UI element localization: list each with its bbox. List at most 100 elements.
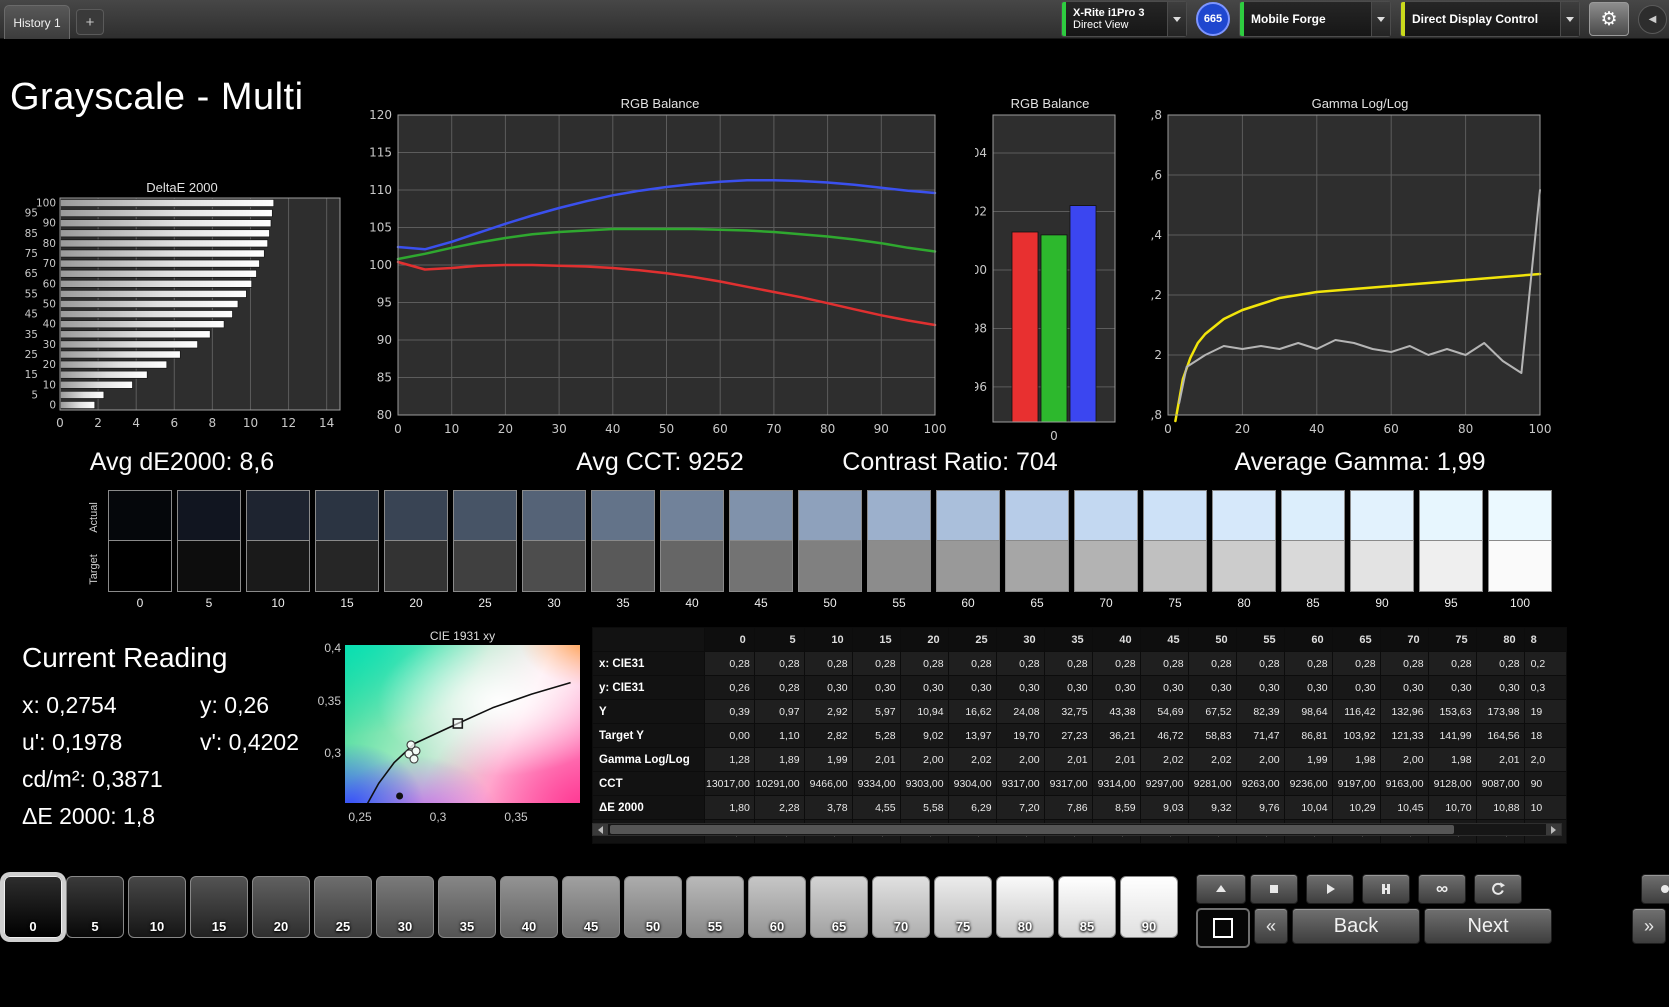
level-button-50[interactable]: 50 — [624, 876, 682, 938]
play-button[interactable] — [1306, 874, 1354, 904]
level-button-label: 55 — [687, 919, 743, 934]
back-chevron-button[interactable]: « — [1254, 908, 1288, 944]
meter-dropdown[interactable]: X-Rite i1Pro 3 Direct View — [1061, 1, 1187, 37]
level-button-15[interactable]: 15 — [190, 876, 248, 938]
svg-text:45: 45 — [25, 309, 38, 321]
gray-swatch: 35 — [591, 490, 655, 610]
svg-text:70: 70 — [43, 258, 56, 270]
svg-text:2,4: 2,4 — [1150, 228, 1162, 242]
svg-text:0: 0 — [56, 416, 64, 430]
display-dropdown-chevron[interactable] — [1560, 2, 1579, 36]
level-button-85[interactable]: 85 — [1058, 876, 1116, 938]
svg-text:0: 0 — [394, 422, 402, 436]
meter-name: X-Rite i1Pro 3 — [1073, 7, 1160, 19]
level-button-35[interactable]: 35 — [438, 876, 496, 938]
level-button-label: 40 — [501, 919, 557, 934]
column-header: 55 — [1236, 628, 1284, 652]
scroll-left-button[interactable] — [593, 824, 608, 835]
stop-button[interactable] — [1250, 874, 1298, 904]
meter-dropdown-chevron[interactable] — [1167, 2, 1186, 36]
actual-patch — [1074, 490, 1138, 541]
gray-swatch: 85 — [1281, 490, 1345, 610]
gray-swatch: 75 — [1143, 490, 1207, 610]
table-cell: 0,28 — [754, 676, 804, 700]
topbar: History 1 + X-Rite i1Pro 3 Direct View 6… — [0, 0, 1669, 39]
table-cell: 1,89 — [754, 748, 804, 772]
cie-xtick-035: 0,35 — [494, 810, 538, 824]
table-cell: 9197,00 — [1332, 772, 1380, 796]
target-patch — [108, 541, 172, 592]
pattern-window-button[interactable] — [1196, 908, 1250, 948]
table-cell: 0,28 — [1428, 652, 1476, 676]
grayscale-swatch-row: 0510152025303540455055606570758085909510… — [108, 490, 1552, 610]
svg-text:10: 10 — [444, 422, 459, 436]
source-dropdown-chevron[interactable] — [1371, 2, 1390, 36]
level-button-20[interactable]: 20 — [252, 876, 310, 938]
level-button-70[interactable]: 70 — [872, 876, 930, 938]
svg-text:15: 15 — [25, 369, 38, 381]
level-button-40[interactable]: 40 — [500, 876, 558, 938]
actual-patch — [1281, 490, 1345, 541]
column-header: 20 — [900, 628, 948, 652]
repeat-button[interactable] — [1474, 874, 1522, 904]
column-header: 0 — [705, 628, 755, 652]
level-button-10[interactable]: 10 — [128, 876, 186, 938]
scrollbar-track[interactable] — [608, 824, 1546, 835]
level-button-75[interactable]: 75 — [934, 876, 992, 938]
svg-text:2,8: 2,8 — [1150, 110, 1162, 122]
table-cell: 0,39 — [705, 700, 755, 724]
meter-reads-badge[interactable]: 665 — [1196, 2, 1230, 36]
contrast-ratio-summary: Contrast Ratio: 704 — [760, 448, 1140, 477]
cie-markers-overlay — [345, 645, 580, 803]
gray-swatch: 5 — [177, 490, 241, 610]
level-button-5[interactable]: 5 — [66, 876, 124, 938]
level-button-label: 75 — [935, 919, 991, 934]
swatch-label: 40 — [660, 596, 724, 610]
table-cell: 9,02 — [900, 724, 948, 748]
table-cell: 9314,00 — [1092, 772, 1140, 796]
level-button-55[interactable]: 55 — [686, 876, 744, 938]
level-button-80[interactable]: 80 — [996, 876, 1054, 938]
meter-mode: Direct View — [1073, 19, 1160, 31]
display-control-dropdown[interactable]: Direct Display Control — [1400, 1, 1580, 37]
next-button[interactable]: Next — [1424, 908, 1552, 944]
back-button[interactable]: Back — [1292, 908, 1420, 944]
extra-transport-button[interactable] — [1641, 874, 1669, 904]
table-cell: 2,00 — [996, 748, 1044, 772]
svg-text:110: 110 — [369, 183, 392, 197]
scrollbar-thumb[interactable] — [610, 825, 1454, 834]
table-cell: 98,64 — [1284, 700, 1332, 724]
target-patch — [798, 541, 862, 592]
add-tab-button[interactable]: + — [76, 9, 104, 35]
tab-history-1[interactable]: History 1 — [4, 5, 70, 39]
table-cell: 4,55 — [852, 796, 900, 820]
table-row: Target Y0,001,102,825,289,0213,9719,7027… — [593, 724, 1567, 748]
svg-text:60: 60 — [713, 422, 728, 436]
table-cell: 5,28 — [852, 724, 900, 748]
level-button-25[interactable]: 25 — [314, 876, 372, 938]
level-button-label: 10 — [129, 919, 185, 934]
table-cell: 0,28 — [948, 652, 996, 676]
next-chevron-button[interactable]: » — [1632, 908, 1666, 944]
level-button-90[interactable]: 90 — [1120, 876, 1178, 938]
rgb-balance-line-chart: 8085909510010511011512001020304050607080… — [368, 110, 952, 452]
scroll-up-button[interactable] — [1196, 874, 1246, 904]
continuous-measure-button[interactable]: ∞ — [1418, 874, 1466, 904]
scroll-right-button[interactable] — [1546, 824, 1561, 835]
actual-patch — [1419, 490, 1483, 541]
svg-text:5: 5 — [31, 389, 38, 401]
level-button-60[interactable]: 60 — [748, 876, 806, 938]
level-button-30[interactable]: 30 — [376, 876, 434, 938]
swatch-label: 5 — [177, 596, 241, 610]
collapse-panel-button[interactable]: ◀ — [1638, 5, 1667, 34]
svg-text:75: 75 — [25, 248, 38, 260]
source-dropdown[interactable]: Mobile Forge — [1239, 1, 1391, 37]
table-horizontal-scrollbar[interactable] — [592, 823, 1562, 836]
settings-button[interactable]: ⚙ — [1589, 2, 1629, 36]
level-button-65[interactable]: 65 — [810, 876, 868, 938]
pause-button[interactable] — [1362, 874, 1410, 904]
level-button-45[interactable]: 45 — [562, 876, 620, 938]
level-button-0[interactable]: 0 — [4, 876, 62, 938]
svg-text:80: 80 — [377, 408, 392, 422]
svg-text:0: 0 — [49, 400, 56, 412]
